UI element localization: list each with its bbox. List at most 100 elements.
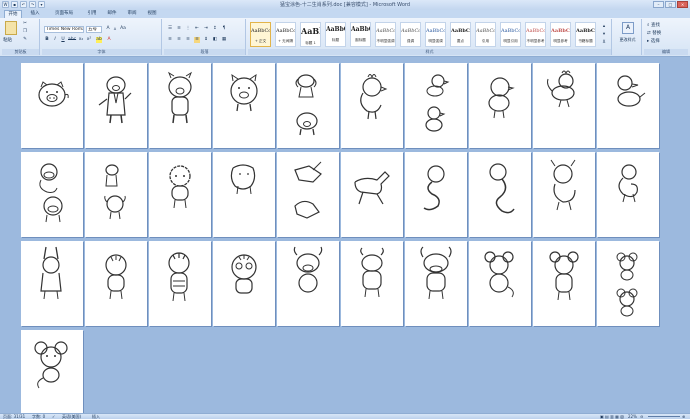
align-right-icon[interactable]: ≡ <box>185 37 191 43</box>
tab-references[interactable]: 引用 <box>84 10 100 18</box>
style-book-title[interactable]: AaBbCcDc 书籍标题 <box>575 22 596 47</box>
font-color-icon[interactable]: A <box>106 37 112 43</box>
subscript-icon[interactable]: x₂ <box>78 37 84 43</box>
style-normal[interactable]: AaBbCcDc + 正文 <box>250 22 271 47</box>
shrink-font-icon[interactable]: A <box>112 26 118 32</box>
page-thumbnail[interactable] <box>213 63 275 148</box>
page-thumbnail[interactable] <box>405 241 467 326</box>
styles-more-icon[interactable]: ⊻ <box>601 40 607 46</box>
page-thumbnail[interactable] <box>341 152 403 237</box>
document-area[interactable] <box>0 57 690 415</box>
zoom-level[interactable]: 22% <box>628 414 637 419</box>
superscript-icon[interactable]: x² <box>86 37 92 43</box>
change-styles-button[interactable]: 更改样式 <box>614 37 641 43</box>
increase-indent-icon[interactable]: ⇥ <box>203 26 209 32</box>
strikethrough-icon[interactable]: abc <box>68 37 76 43</box>
zoom-in-icon[interactable]: ⊕ <box>682 414 685 419</box>
replace-button[interactable]: ⇄ 替换 <box>647 30 661 36</box>
page-thumbnail[interactable] <box>21 63 83 148</box>
justify-icon[interactable]: ≡ <box>194 37 200 43</box>
change-styles-icon[interactable]: A <box>622 22 634 34</box>
copy-icon[interactable]: ❐ <box>22 29 28 35</box>
find-button[interactable]: ⌕ 查找 <box>647 22 660 28</box>
insert-mode[interactable]: 插入 <box>92 414 100 419</box>
page-thumbnail[interactable] <box>469 241 531 326</box>
maximize-button[interactable]: □ <box>665 1 676 8</box>
paste-label[interactable]: 粘贴 <box>3 37 12 43</box>
bullets-icon[interactable]: ☰ <box>167 26 173 32</box>
page-thumbnail[interactable] <box>469 152 531 237</box>
zoom-out-icon[interactable]: ⊖ <box>640 414 643 419</box>
numbering-icon[interactable]: ≡ <box>176 26 182 32</box>
page-thumbnail[interactable] <box>277 63 339 148</box>
style-intense-quote[interactable]: AaBbCcDc 明显引用 <box>500 22 521 47</box>
page-thumbnail[interactable] <box>85 152 147 237</box>
page-thumbnail[interactable] <box>213 152 275 237</box>
show-marks-icon[interactable]: ¶ <box>221 26 227 32</box>
word-count[interactable]: 字数: 0 <box>32 414 45 419</box>
font-size-field[interactable]: 五号 <box>86 26 102 33</box>
proofing-icon[interactable]: ✓ <box>52 414 55 419</box>
page-thumbnail[interactable] <box>149 241 211 326</box>
bold-button[interactable]: B <box>44 37 50 43</box>
close-button[interactable]: × <box>677 1 688 8</box>
underline-button[interactable]: U <box>60 37 66 43</box>
page-thumbnail[interactable] <box>405 63 467 148</box>
minimize-button[interactable]: – <box>653 1 664 8</box>
tab-insert[interactable]: 插入 <box>27 10 43 18</box>
format-painter-icon[interactable]: ✎ <box>22 37 28 43</box>
style-subtle-reference[interactable]: AaBbCcDc 不明显参考 <box>525 22 546 47</box>
view-buttons[interactable]: ▣ ▤ ▥ ▦ ▧ <box>600 414 624 419</box>
page-thumbnail[interactable] <box>21 330 83 415</box>
italic-button[interactable]: I <box>52 37 58 43</box>
page-thumbnail[interactable] <box>85 241 147 326</box>
style-intense-reference[interactable]: AaBbCcDc 明显参考 <box>550 22 571 47</box>
align-left-icon[interactable]: ≡ <box>167 37 173 43</box>
tab-review[interactable]: 审阅 <box>124 10 140 18</box>
page-thumbnail[interactable] <box>149 63 211 148</box>
page-thumbnail[interactable] <box>533 241 595 326</box>
select-button[interactable]: ▸ 选择 <box>647 38 660 44</box>
cut-icon[interactable]: ✂ <box>22 21 28 27</box>
style-no-spacing[interactable]: AaBbCcDc + 无间隔 <box>275 22 296 47</box>
style-subtle-emphasis[interactable]: AaBbCcDc 不明显强调 <box>375 22 396 47</box>
page-thumbnail[interactable] <box>405 152 467 237</box>
multilevel-list-icon[interactable]: ⋮ <box>185 26 191 32</box>
tab-mailings[interactable]: 邮件 <box>104 10 120 18</box>
style-emphasis[interactable]: AaBbCcDc 强调 <box>400 22 421 47</box>
style-quote[interactable]: AaBbCcDc 引用 <box>475 22 496 47</box>
page-thumbnail[interactable] <box>597 241 659 326</box>
page-thumbnail[interactable] <box>277 152 339 237</box>
tab-home[interactable]: 开始 <box>4 10 22 18</box>
style-strong[interactable]: AaBbCcDc 要点 <box>450 22 471 47</box>
align-center-icon[interactable]: ≡ <box>176 37 182 43</box>
page-thumbnail[interactable] <box>597 63 659 148</box>
style-heading-1[interactable]: AaBl 标题 1 <box>300 22 321 47</box>
decrease-indent-icon[interactable]: ⇤ <box>194 26 200 32</box>
shading-icon[interactable]: ◧ <box>212 37 218 43</box>
paste-icon[interactable] <box>5 21 17 35</box>
page-thumbnail[interactable] <box>597 152 659 237</box>
page-thumbnail[interactable] <box>213 241 275 326</box>
page-thumbnail[interactable] <box>533 63 595 148</box>
style-intense-emphasis[interactable]: AaBbCcDc 明显强调 <box>425 22 446 47</box>
page-count[interactable]: 页面: 31/31 <box>3 414 25 419</box>
styles-scroll-down-icon[interactable]: ▾ <box>601 32 607 38</box>
sort-icon[interactable]: ↕ <box>212 26 218 32</box>
page-thumbnail[interactable] <box>85 63 147 148</box>
page-thumbnail[interactable] <box>469 63 531 148</box>
style-subtitle[interactable]: AaBbC 副标题 <box>350 22 371 47</box>
page-thumbnail[interactable] <box>341 63 403 148</box>
font-name-field[interactable]: Times New Roman <box>44 26 84 33</box>
language-indicator[interactable]: 英语(美国) <box>62 414 81 419</box>
page-thumbnail[interactable] <box>341 241 403 326</box>
page-thumbnail[interactable] <box>149 152 211 237</box>
clear-format-icon[interactable]: Aa <box>120 26 126 32</box>
tab-page-layout[interactable]: 页面布局 <box>49 10 79 18</box>
zoom-slider[interactable] <box>648 416 680 417</box>
highlight-icon[interactable]: ab <box>96 37 102 43</box>
page-thumbnail[interactable] <box>21 152 83 237</box>
line-spacing-icon[interactable]: ↨ <box>203 37 209 43</box>
page-thumbnail[interactable] <box>277 241 339 326</box>
page-thumbnail[interactable] <box>533 152 595 237</box>
